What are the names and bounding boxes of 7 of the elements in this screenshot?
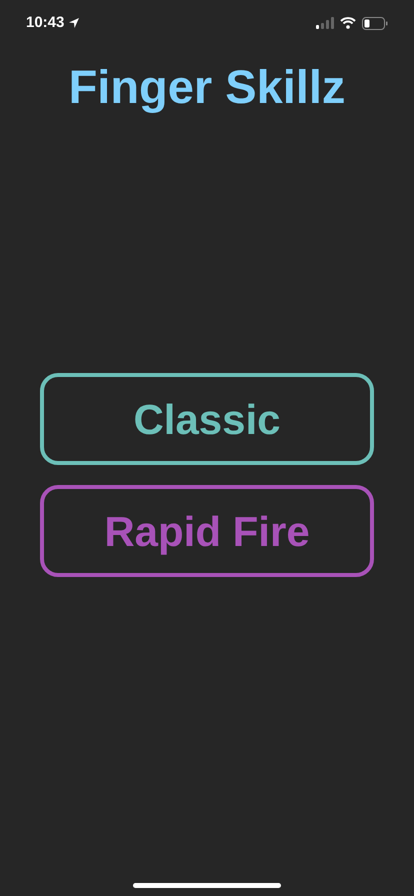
location-arrow-icon (68, 17, 80, 29)
mode-button[interactable]: Classic (40, 373, 374, 465)
battery-icon (362, 16, 388, 30)
wifi-icon (340, 17, 356, 29)
signal-icon (316, 17, 334, 29)
app-title: Finger Skillz (68, 59, 346, 115)
status-time: 10:43 (26, 12, 64, 33)
